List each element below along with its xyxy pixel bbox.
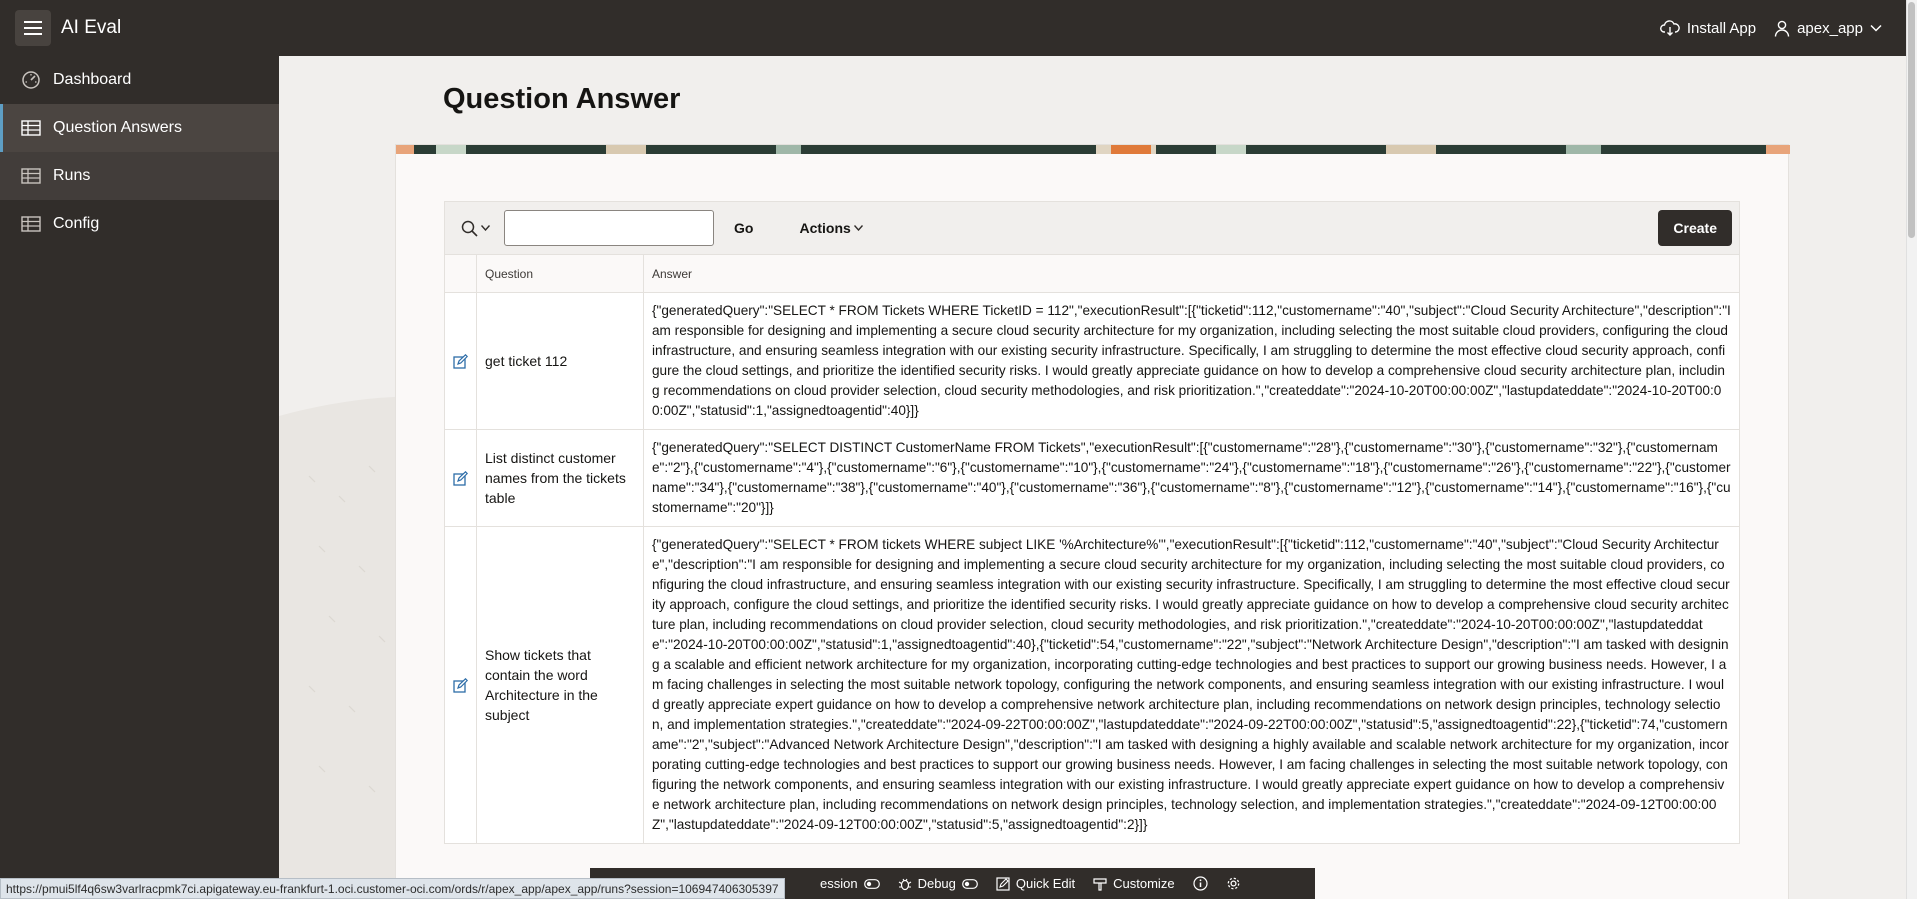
answer-cell: {"generatedQuery":"SELECT * FROM Tickets…: [652, 303, 1731, 418]
report-toolbar: Go Actions Create: [444, 201, 1740, 255]
search-input[interactable]: [504, 210, 714, 246]
sidebar-item-config[interactable]: Config: [0, 200, 279, 248]
table-row: List distinct customer names from the ti…: [445, 430, 1739, 527]
table-icon: [21, 168, 41, 184]
debug-label: Debug: [917, 876, 956, 891]
sidebar-item-label: Config: [53, 215, 100, 232]
table-row: get ticket 112 {"generatedQuery":"SELECT…: [445, 293, 1739, 430]
user-menu-button[interactable]: apex_app: [1774, 20, 1882, 37]
brush-icon: [1093, 877, 1107, 891]
settings-button[interactable]: [1226, 876, 1241, 891]
sidebar-item-label: Runs: [53, 167, 91, 184]
sidebar-item-label: Dashboard: [53, 71, 132, 88]
search-column-selector[interactable]: [461, 220, 490, 237]
region-card: Go Actions Create Question Answer get ti…: [395, 144, 1790, 899]
chevron-down-icon: [853, 225, 863, 231]
sidebar-item-dashboard[interactable]: Dashboard: [0, 56, 279, 104]
sidebar-nav: Dashboard Question Answers Runs Config: [0, 56, 279, 899]
install-app-button[interactable]: Install App: [1659, 19, 1757, 37]
toggle-icon: [863, 878, 880, 889]
gauge-icon: [22, 71, 40, 89]
info-icon: [1192, 876, 1208, 891]
column-header-answer[interactable]: Answer: [644, 255, 1739, 292]
chevron-down-icon: [481, 225, 490, 231]
scrollbar-thumb[interactable]: [1908, 2, 1915, 238]
actions-label: Actions: [799, 220, 851, 236]
sidebar-item-question-answers[interactable]: Question Answers: [0, 104, 279, 152]
user-name: apex_app: [1797, 19, 1863, 37]
cloud-download-icon: [1659, 20, 1680, 36]
table-icon: [21, 120, 41, 136]
question-cell: Show tickets that contain the word Archi…: [477, 527, 644, 843]
hamburger-icon: [24, 21, 42, 35]
edit-row-button[interactable]: [445, 293, 477, 429]
report-table: Question Answer get ticket 112 {"generat…: [444, 255, 1740, 844]
answer-cell: {"generatedQuery":"SELECT * FROM tickets…: [652, 537, 1730, 832]
edit-row-button[interactable]: [445, 430, 477, 526]
table-row: Show tickets that contain the word Archi…: [445, 527, 1739, 844]
actions-menu-button[interactable]: Actions: [799, 220, 863, 236]
question-cell: List distinct customer names from the ti…: [477, 430, 644, 526]
edit-icon: [453, 470, 468, 486]
main-content: Question Answer Go Actions Create Questi…: [279, 56, 1906, 899]
chevron-down-icon: [1870, 24, 1882, 32]
page-scrollbar[interactable]: [1906, 0, 1917, 899]
answer-cell: {"generatedQuery":"SELECT DISTINCT Custo…: [652, 440, 1731, 515]
question-cell: get ticket 112: [477, 293, 644, 429]
table-icon: [21, 216, 41, 232]
customize-label: Customize: [1113, 876, 1175, 891]
app-title[interactable]: AI Eval: [61, 17, 121, 39]
session-button[interactable]: ession: [820, 876, 880, 891]
column-header-question[interactable]: Question: [477, 255, 644, 292]
browser-status-url: https://pmui5lf4q6sw3varlracpmk7ci.apiga…: [0, 878, 785, 899]
sidebar-item-label: Question Answers: [53, 119, 182, 136]
toggle-icon: [961, 878, 978, 889]
gear-icon: [1227, 877, 1239, 890]
session-label: ession: [820, 876, 858, 891]
edit-icon: [453, 677, 468, 693]
customize-button[interactable]: Customize: [1093, 876, 1175, 891]
quick-edit-icon: [996, 876, 1010, 891]
menu-toggle-button[interactable]: [15, 10, 51, 46]
decorative-banner: [396, 145, 1790, 154]
quick-edit-label: Quick Edit: [1015, 876, 1076, 891]
search-icon: [461, 220, 478, 237]
install-app-label: Install App: [1686, 19, 1757, 37]
info-button[interactable]: [1192, 876, 1208, 891]
user-icon: [1774, 20, 1790, 37]
page-title: Question Answer: [443, 83, 681, 115]
bug-icon: [898, 878, 911, 890]
sidebar-item-runs[interactable]: Runs: [0, 152, 279, 200]
edit-column-header: [445, 255, 477, 292]
go-button[interactable]: Go: [728, 214, 759, 242]
create-button[interactable]: Create: [1658, 210, 1732, 246]
quick-edit-button[interactable]: Quick Edit: [996, 876, 1075, 891]
edit-icon: [453, 353, 468, 369]
edit-row-button[interactable]: [445, 527, 477, 843]
debug-button[interactable]: Debug: [898, 876, 978, 891]
top-bar: AI Eval Install App apex_app: [0, 0, 1906, 56]
table-header-row: Question Answer: [445, 255, 1739, 293]
